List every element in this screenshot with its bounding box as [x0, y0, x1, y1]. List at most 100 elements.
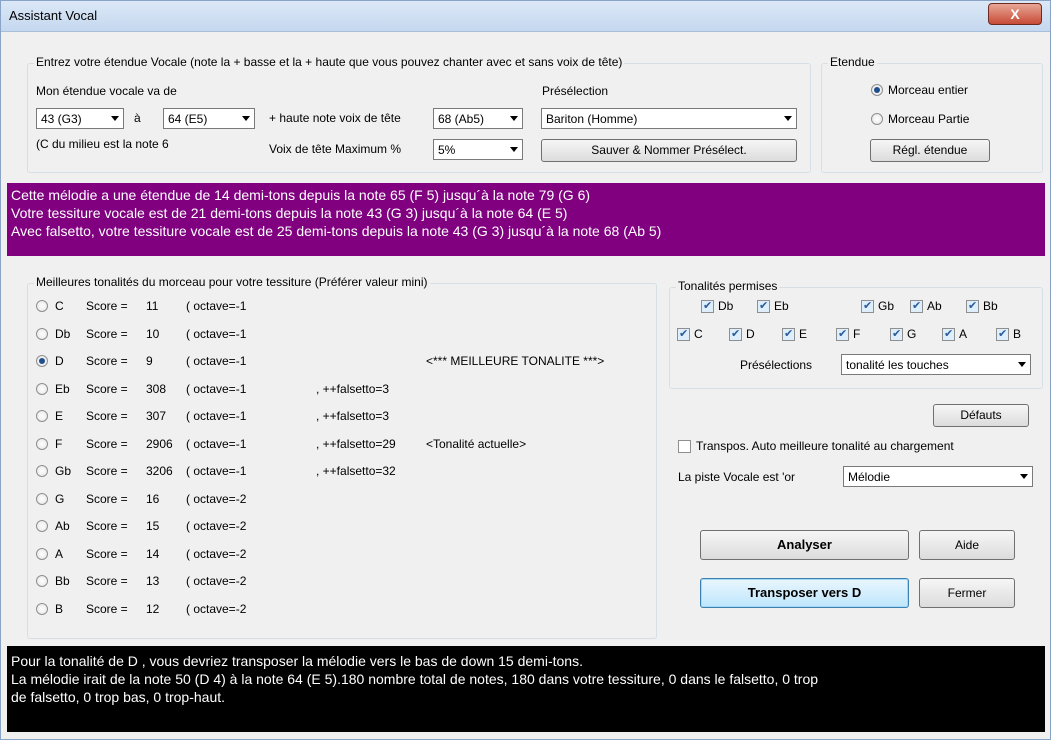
- allowed-key-checkbox-a[interactable]: [942, 327, 955, 341]
- octave-value: ( octave=-2: [186, 546, 247, 561]
- allowed-key-label: Eb: [774, 299, 789, 313]
- allowed-key-label: G: [907, 327, 917, 341]
- result-line-1: Pour la tonalité de D , vous devriez tra…: [11, 653, 583, 669]
- key-radio[interactable]: [36, 492, 48, 505]
- falsetto-high-dropdown[interactable]: 68 (Ab5): [433, 108, 523, 129]
- key-radio[interactable]: [36, 602, 48, 615]
- vocal-track-value: Mélodie: [848, 470, 891, 484]
- key-row-a[interactable]: A Score = 14 ( octave=-2: [36, 545, 651, 565]
- octave-value: ( octave=-2: [186, 491, 247, 506]
- allowed-key-checkbox-gb[interactable]: [861, 299, 874, 313]
- key-radio[interactable]: [36, 355, 48, 367]
- chevron-down-icon: [784, 116, 792, 121]
- allowed-key-checkbox-d[interactable]: [729, 327, 742, 341]
- falsetto-value: , ++falsetto=3: [316, 409, 390, 423]
- key-row-d[interactable]: D Score = 9 ( octave=-1 <*** MEILLEURE TONAL…: [36, 352, 651, 372]
- allowed-key-label: E: [799, 327, 808, 341]
- allowed-key-checkbox-g[interactable]: [890, 327, 903, 341]
- key-row-f[interactable]: F Score = 2906 ( octave=-1 , ++falsetto=29 <T…: [36, 435, 651, 455]
- falsetto-value: , ++falsetto=32: [316, 464, 396, 478]
- low-note-value: 43 (G3): [41, 112, 82, 126]
- auto-transpose-checkbox[interactable]: [678, 440, 691, 453]
- preset-label: Présélection: [542, 84, 609, 98]
- score-label: Score =: [86, 546, 128, 561]
- key-radio[interactable]: [36, 547, 48, 560]
- allowed-key-checkbox-eb[interactable]: [757, 299, 770, 313]
- key-name: G: [55, 491, 65, 506]
- key-presets-value: tonalité les touches: [846, 358, 949, 372]
- transpose-button[interactable]: Transposer vers D: [700, 578, 909, 608]
- high-note-dropdown[interactable]: 64 (E5): [163, 108, 255, 129]
- allowed-key-label: F: [853, 327, 861, 341]
- key-radio[interactable]: [36, 327, 48, 340]
- key-row-c[interactable]: C Score = 11 ( octave=-1: [36, 297, 651, 317]
- score-label: Score =: [86, 491, 128, 506]
- octave-value: ( octave=-1: [186, 409, 247, 423]
- vocal-track-label: La piste Vocale est 'or: [678, 470, 796, 484]
- score-label: Score =: [86, 381, 128, 396]
- allowed-key-checkbox-db[interactable]: [701, 299, 714, 313]
- key-radio[interactable]: [36, 382, 48, 395]
- chevron-down-icon: [1018, 362, 1026, 367]
- key-row-eb[interactable]: Eb Score = 308 ( octave=-1 , ++falsetto=3: [36, 380, 651, 400]
- score-value: 14: [146, 546, 160, 561]
- analyze-button[interactable]: Analyser: [700, 530, 909, 560]
- falsetto-max-value: 5%: [438, 143, 456, 157]
- key-row-b[interactable]: B Score = 12 ( octave=-2: [36, 600, 651, 620]
- key-name: Gb: [55, 464, 72, 478]
- info-line-3: Avec falsetto, votre tessiture vocale es…: [11, 223, 662, 239]
- key-row-ab[interactable]: Ab Score = 15 ( octave=-2: [36, 517, 651, 537]
- score-label: Score =: [86, 326, 128, 341]
- allowed-key-label: C: [694, 327, 703, 341]
- key-name: Bb: [55, 574, 70, 588]
- key-radio[interactable]: [36, 465, 48, 477]
- save-preset-button[interactable]: Sauver & Nommer Présélect.: [541, 139, 797, 162]
- key-row-bb[interactable]: Bb Score = 13 ( octave=-2: [36, 572, 651, 592]
- allowed-key-checkbox-f[interactable]: [836, 327, 849, 341]
- key-radio[interactable]: [36, 575, 48, 587]
- allowed-key-label: A: [959, 327, 968, 341]
- key-radio[interactable]: [36, 410, 48, 422]
- result-line-3: de falsetto, 0 trop bas, 0 trop-haut.: [11, 689, 226, 705]
- key-row-g[interactable]: G Score = 16 ( octave=-2: [36, 490, 651, 510]
- allowed-key-label: Gb: [878, 299, 895, 313]
- part-song-radio[interactable]: [871, 113, 883, 125]
- defaults-button[interactable]: Défauts: [933, 404, 1029, 427]
- allowed-key-checkbox-bb[interactable]: [966, 299, 979, 313]
- allowed-key-checkbox-e[interactable]: [782, 327, 795, 341]
- preset-dropdown[interactable]: Bariton (Homme): [541, 108, 797, 129]
- allowed-key-label: B: [1013, 327, 1022, 341]
- score-label: Score =: [86, 601, 128, 616]
- allowed-key-label: D: [746, 327, 755, 341]
- key-name: Db: [55, 326, 71, 341]
- vocal-track-dropdown[interactable]: Mélodie: [843, 466, 1033, 487]
- close-icon[interactable]: X: [988, 3, 1042, 25]
- allowed-key-checkbox-c[interactable]: [677, 327, 690, 341]
- whole-song-label: Morceau entier: [888, 83, 969, 97]
- score-value: 9: [146, 354, 153, 368]
- octave-value: ( octave=-1: [186, 326, 247, 341]
- score-label: Score =: [86, 464, 128, 478]
- key-row-db[interactable]: Db Score = 10 ( octave=-1: [36, 325, 651, 345]
- allowed-key-label: Bb: [983, 299, 998, 313]
- set-extent-button[interactable]: Régl. étendue: [870, 139, 990, 162]
- key-radio[interactable]: [36, 300, 48, 312]
- low-note-dropdown[interactable]: 43 (G3): [36, 108, 124, 129]
- help-button[interactable]: Aide: [919, 530, 1015, 560]
- allowed-key-checkbox-b[interactable]: [996, 327, 1009, 341]
- key-radio[interactable]: [36, 520, 48, 532]
- key-presets-dropdown[interactable]: tonalité les touches: [841, 354, 1031, 375]
- key-row-gb[interactable]: Gb Score = 3206 ( octave=-1 , ++falsetto=32: [36, 462, 651, 482]
- vocal-range-legend: Entrez votre étendue Vocale (note la + b…: [34, 55, 625, 69]
- chevron-down-icon: [510, 116, 518, 121]
- allowed-keys-row-2: CDEFGAB: [677, 326, 1041, 346]
- key-radio[interactable]: [36, 437, 48, 450]
- allowed-key-checkbox-ab[interactable]: [910, 299, 923, 313]
- close-button[interactable]: Fermer: [919, 578, 1015, 608]
- to-label: à: [134, 111, 141, 125]
- vocal-assistant-window: Assistant Vocal X Entrez votre étendue V…: [0, 0, 1051, 740]
- octave-value: ( octave=-1: [186, 464, 247, 478]
- whole-song-radio[interactable]: [871, 84, 883, 96]
- falsetto-max-dropdown[interactable]: 5%: [433, 139, 523, 160]
- key-row-e[interactable]: E Score = 307 ( octave=-1 , ++falsetto=3: [36, 407, 651, 427]
